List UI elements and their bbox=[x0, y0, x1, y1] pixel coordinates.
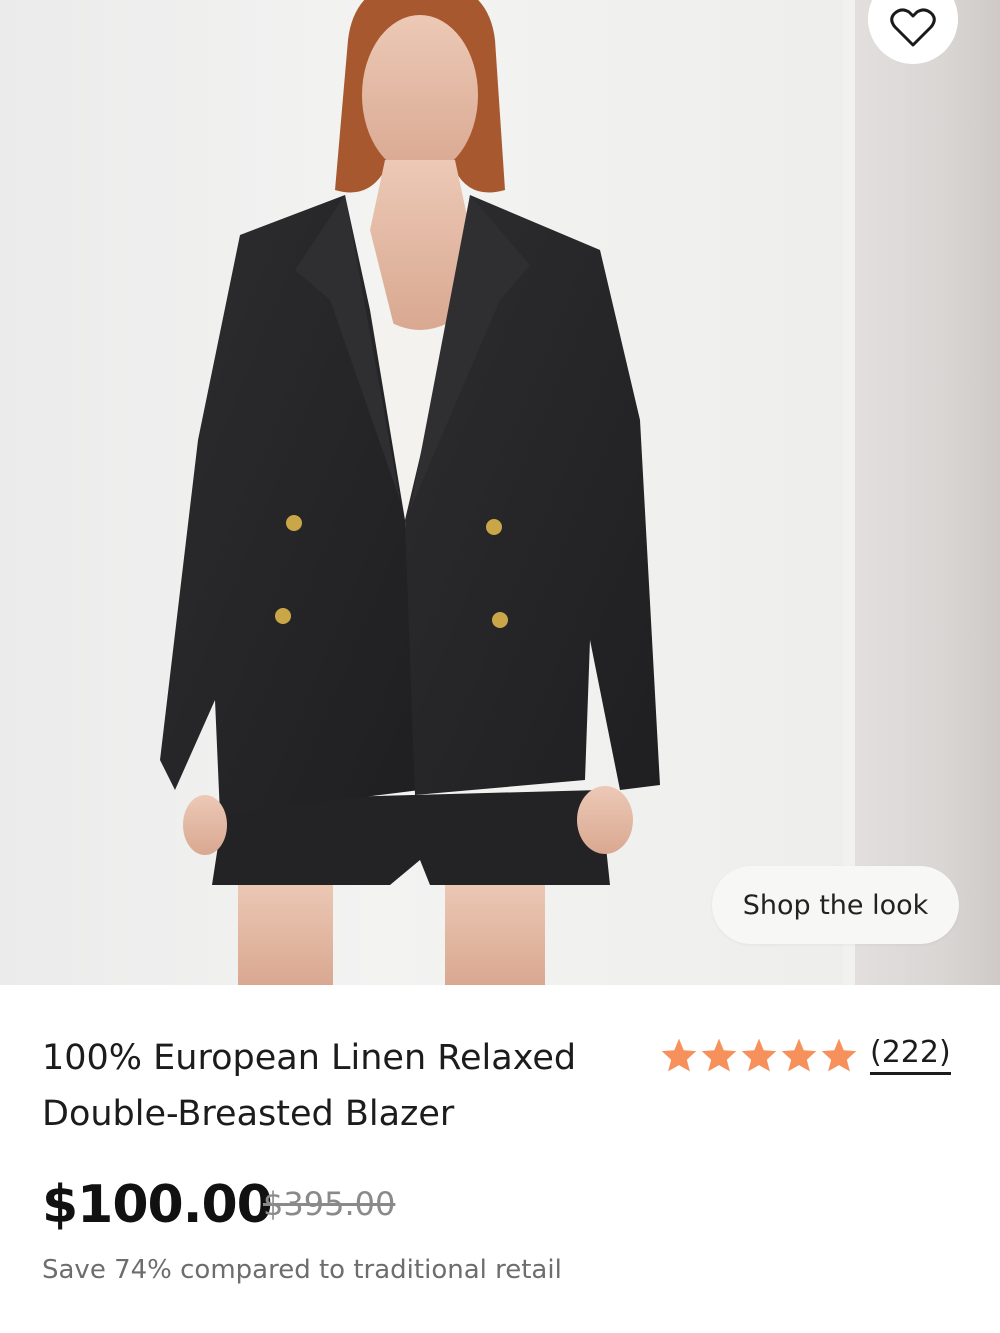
sale-price: $100.00 bbox=[42, 1175, 273, 1235]
savings-text: Save 74% compared to traditional retail bbox=[42, 1255, 562, 1285]
product-rating[interactable]: (222) bbox=[660, 1034, 951, 1075]
star-icon bbox=[661, 1038, 697, 1071]
model-photo-illustration bbox=[160, 0, 660, 985]
compare-at-price: $395.00 bbox=[263, 1185, 396, 1223]
star-icon bbox=[821, 1038, 857, 1071]
product-image-gallery[interactable]: Shop the look bbox=[0, 0, 1000, 985]
next-product-image[interactable] bbox=[855, 0, 1000, 985]
star-icon bbox=[781, 1038, 817, 1071]
rating-stars bbox=[660, 1037, 858, 1073]
heart-icon bbox=[890, 7, 936, 46]
shop-the-look-button[interactable]: Shop the look bbox=[712, 866, 959, 944]
star-icon bbox=[741, 1038, 777, 1071]
review-count-link[interactable]: (222) bbox=[870, 1034, 951, 1075]
star-icon bbox=[701, 1038, 737, 1071]
product-main-image[interactable] bbox=[0, 0, 843, 985]
product-title: 100% European Linen Relaxed Double-Breas… bbox=[42, 1038, 577, 1134]
